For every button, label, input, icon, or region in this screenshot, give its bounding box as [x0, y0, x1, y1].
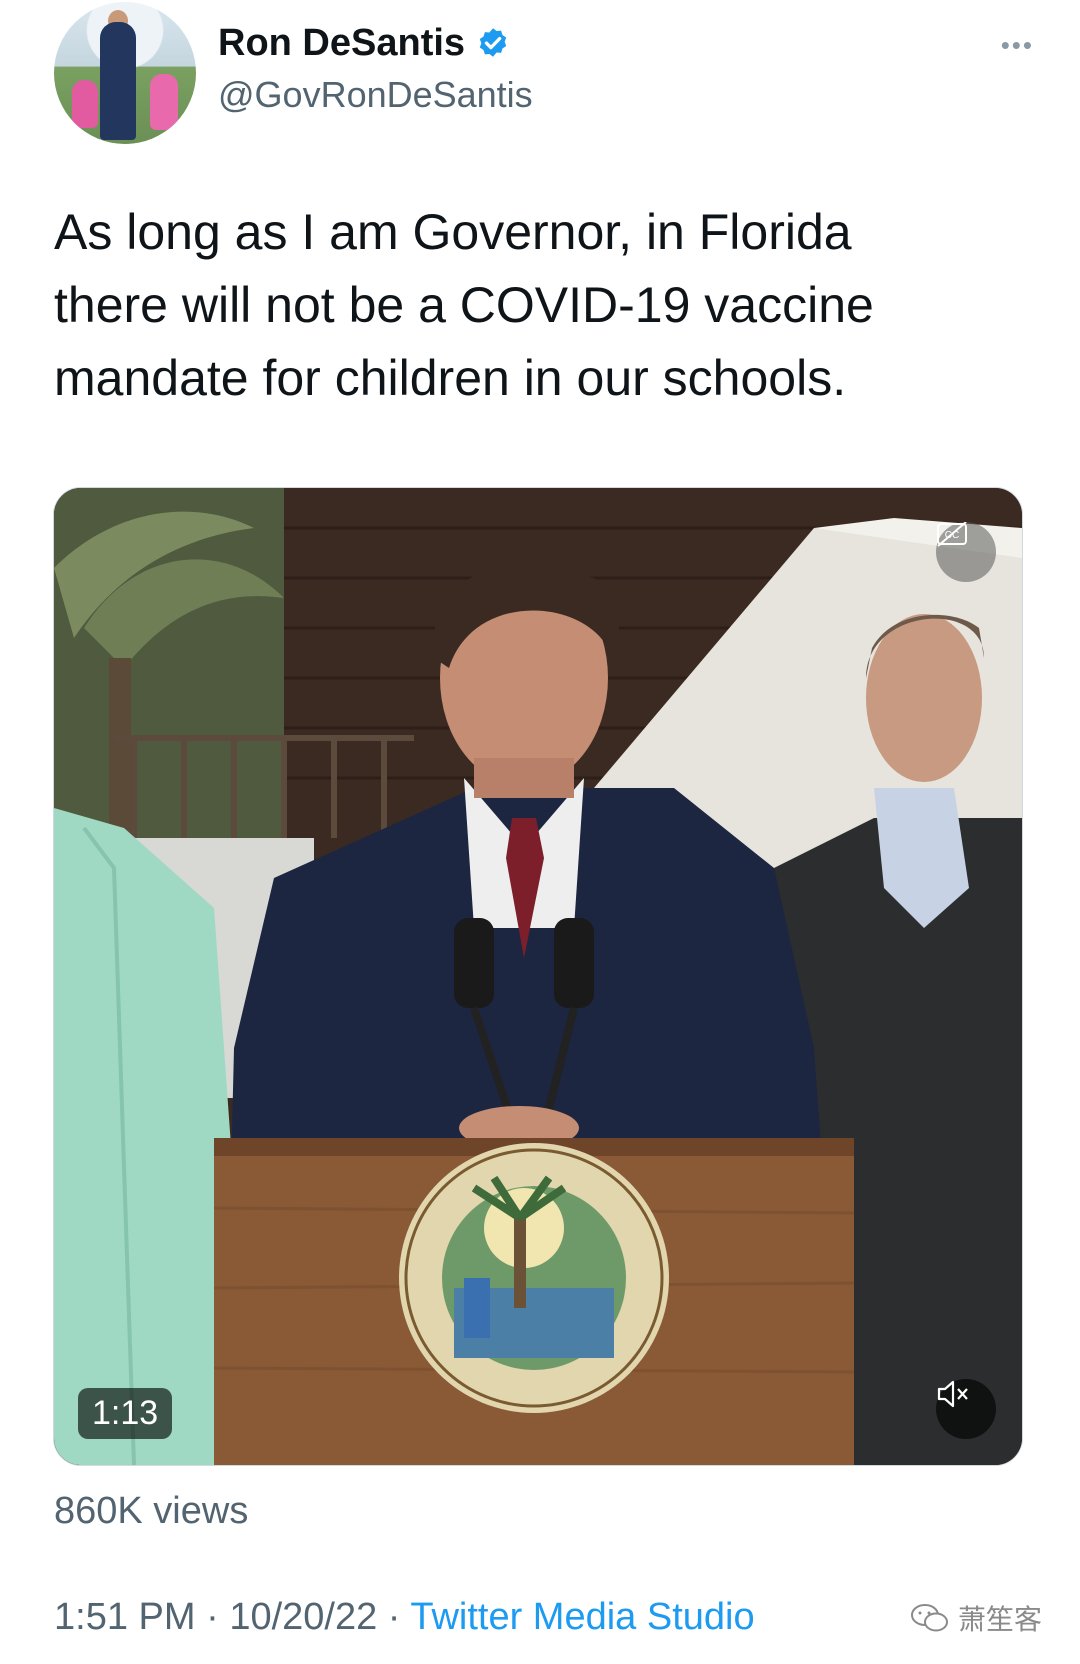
tweet-text-line: As long as I am Governor, in Florida [54, 204, 852, 260]
tweet-header: Ron DeSantis @GovRonDeSantis ••• [54, 0, 1034, 150]
watermark: 萧笙客 [910, 1598, 1042, 1638]
verified-badge-icon [479, 27, 507, 57]
tweet-source-link[interactable]: Twitter Media Studio [410, 1596, 754, 1638]
avatar-figure-child [150, 74, 178, 130]
meta-separator: · [206, 1596, 219, 1638]
name-row: Ron DeSantis [218, 22, 511, 65]
user-handle[interactable]: @GovRonDeSantis [218, 74, 533, 116]
avatar-figure-child [72, 80, 98, 128]
closed-captions-button[interactable]: CC [936, 522, 996, 582]
florida-seal [399, 1143, 669, 1413]
tweet-text: As long as I am Governor, in Florida the… [54, 196, 1014, 415]
wechat-icon [911, 1604, 948, 1632]
avatar[interactable] [54, 2, 196, 144]
tweet-time[interactable]: 1:51 PM [54, 1596, 196, 1638]
video-player[interactable]: CC 1:13 [53, 487, 1023, 1466]
tweet-text-line: mandate for children in our schools. [54, 350, 847, 406]
display-name[interactable]: Ron DeSantis [218, 22, 465, 65]
mute-button[interactable] [936, 1379, 996, 1439]
muted-speaker-icon [937, 1380, 968, 1408]
meta-separator: · [387, 1596, 401, 1638]
video-frame [54, 488, 1022, 1465]
closed-captions-icon: CC [937, 522, 967, 547]
video-duration: 1:13 [78, 1388, 173, 1439]
view-count: 860K views [54, 1490, 249, 1532]
tweet-date[interactable]: 10/20/22 [229, 1596, 377, 1638]
avatar-figure-man [100, 22, 136, 140]
tweet-meta: 1:51 PM · 10/20/22 · Twitter Media Studi… [54, 1596, 755, 1639]
ellipsis-icon[interactable]: ••• [1001, 30, 1034, 61]
tweet-text-line: there will not be a COVID-19 vaccine [54, 277, 874, 333]
watermark-text: 萧笙客 [958, 1604, 1043, 1635]
